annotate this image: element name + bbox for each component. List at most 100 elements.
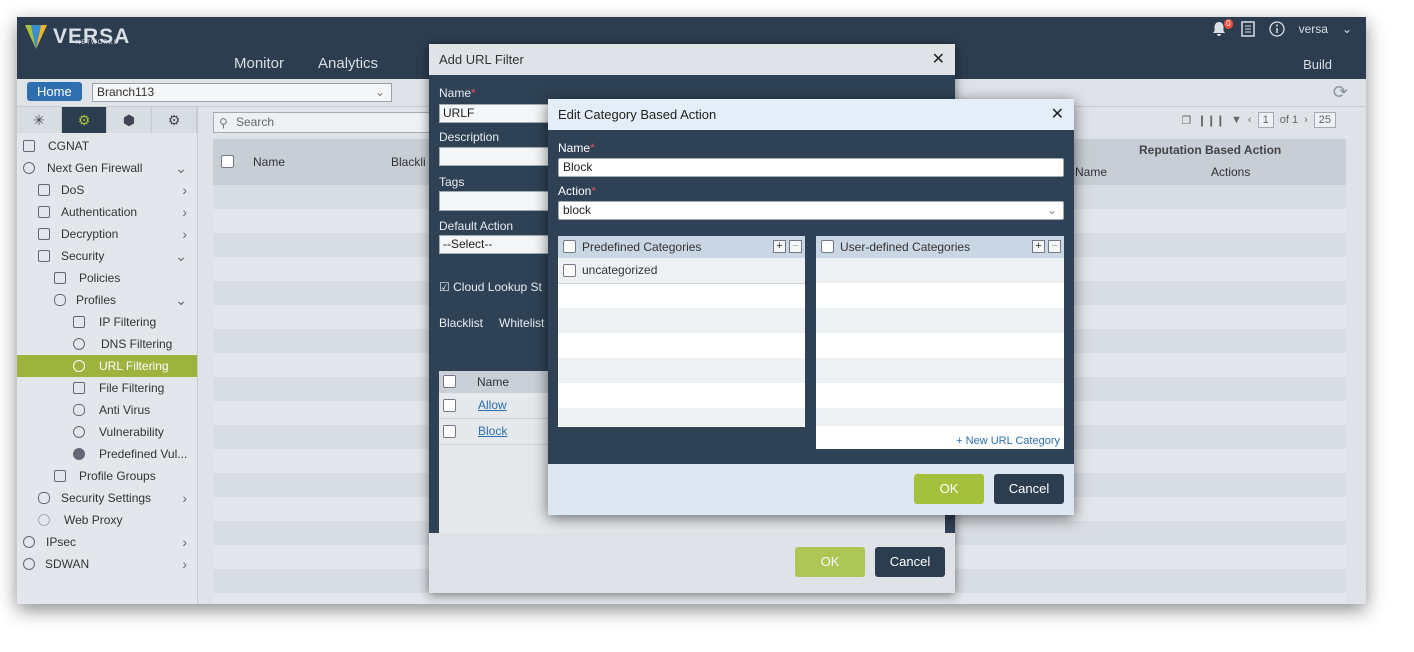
sidebar-item-ipsec[interactable]: IPsec › — [17, 531, 197, 553]
cloud-lookup-option[interactable]: ☑ Cloud Lookup St — [439, 280, 542, 294]
sidebar-item-vulnerability[interactable]: Vulnerability — [17, 421, 197, 443]
empty-row — [558, 408, 805, 426]
required-marker: * — [471, 86, 476, 100]
default-action-select[interactable]: --Select-- — [439, 235, 549, 254]
sidebar-item-label: Policies — [79, 271, 121, 285]
sidebar-item-label: URL Filtering — [99, 359, 169, 373]
refresh-icon[interactable]: ⟳ — [1333, 82, 1348, 103]
sidebar-item-profile-groups[interactable]: Profile Groups — [17, 465, 197, 487]
remove-icon[interactable]: − — [1048, 240, 1061, 253]
search-icon: ⚲ — [219, 116, 228, 130]
filter-icon[interactable]: ▼ — [1231, 114, 1242, 126]
columns-icon[interactable]: ❙❙❙ — [1197, 114, 1225, 127]
sidebar-item-file-filtering[interactable]: File Filtering — [17, 377, 197, 399]
name-field-value: Block — [563, 160, 593, 174]
checkbox-checked-icon[interactable]: ☑ — [439, 280, 450, 294]
sidetab-services[interactable]: ✳ — [17, 107, 62, 133]
row-link-block[interactable]: Block — [478, 424, 507, 438]
page-of: of 1 — [1279, 114, 1299, 126]
name-field[interactable]: Block — [558, 158, 1064, 177]
next-page-icon[interactable]: › — [1304, 114, 1308, 126]
nav-analytics[interactable]: Analytics — [318, 55, 378, 72]
sidebar-item-ip-filtering[interactable]: IP Filtering — [17, 311, 197, 333]
row-checkbox[interactable] — [443, 399, 456, 412]
nav-monitor[interactable]: Monitor — [234, 55, 284, 72]
sidebar-item-dos[interactable]: DoS › — [17, 179, 197, 201]
select-all-checkbox[interactable] — [221, 155, 234, 168]
prev-page-icon[interactable]: ‹ — [1248, 114, 1252, 126]
sidebar-item-security-settings[interactable]: Security Settings › — [17, 487, 197, 509]
chevron-down-icon: ⌄ — [1046, 203, 1057, 217]
sidebar-item-profiles[interactable]: Profiles ⌄ — [17, 289, 197, 311]
sidebar-item-security[interactable]: Security ⌄ — [17, 245, 197, 267]
empty-row — [816, 258, 1064, 283]
user-menu[interactable]: versa — [1299, 22, 1328, 36]
shield-icon — [54, 294, 66, 306]
action-select-value: block — [563, 203, 592, 217]
pagination: ❐ ❙❙❙ ▼ ‹ 1 of 1 › 25 — [1182, 112, 1336, 128]
per-page-select[interactable]: 25 — [1313, 112, 1336, 128]
sidebar-item-label: Profile Groups — [79, 469, 156, 483]
security-settings-icon — [38, 492, 50, 504]
predefined-categories-panel: Predefined Categories + − uncategorized — [558, 236, 805, 427]
select-all-checkbox[interactable] — [563, 240, 576, 253]
home-button[interactable]: Home — [27, 82, 82, 101]
sidetab-others[interactable]: ⚙ — [152, 107, 197, 133]
required-marker: * — [591, 184, 597, 198]
unlock-icon — [38, 228, 50, 240]
document-icon[interactable] — [1240, 21, 1255, 37]
cancel-button[interactable]: Cancel — [875, 547, 945, 577]
new-url-category-link[interactable]: + New URL Category — [956, 435, 1060, 447]
ok-button[interactable]: OK — [914, 474, 984, 504]
sidebar-item-authentication[interactable]: Authentication › — [17, 201, 197, 223]
sidebar-item-policies[interactable]: Policies — [17, 267, 197, 289]
sidebar-item-dns-filtering[interactable]: DNS Filtering — [17, 333, 197, 355]
sidebar-item-anti-virus[interactable]: Anti Virus — [17, 399, 197, 421]
sidebar-item-label: CGNAT — [48, 139, 90, 153]
sidebar-item-predefined-vul[interactable]: Predefined Vul... — [17, 443, 197, 465]
description-field[interactable] — [439, 147, 549, 166]
col-reputation: Reputation Based Action — [1139, 143, 1282, 157]
sidetab-config[interactable]: ⚙ — [62, 107, 107, 133]
sidetab-objects[interactable]: ⬢ — [107, 107, 152, 133]
branch-select[interactable]: Branch113 ⌄ — [92, 83, 392, 102]
row-link-allow[interactable]: Allow — [478, 398, 507, 412]
tab-whitelist[interactable]: Whitelist — [499, 316, 544, 330]
cancel-button[interactable]: Cancel — [994, 474, 1064, 504]
action-select[interactable]: block ⌄ — [558, 201, 1064, 220]
sidebar-item-url-filtering[interactable]: URL Filtering — [17, 355, 197, 377]
tab-blacklist[interactable]: Blacklist — [439, 316, 483, 330]
sidebar-item-sdwan[interactable]: SDWAN › — [17, 553, 197, 575]
sidebar-item-cgnat[interactable]: CGNAT — [17, 135, 197, 157]
select-all-checkbox[interactable] — [443, 375, 456, 388]
row-checkbox[interactable] — [563, 264, 576, 277]
info-icon[interactable] — [1268, 21, 1285, 37]
select-all-checkbox[interactable] — [821, 240, 834, 253]
close-icon[interactable]: ✕ — [932, 44, 945, 75]
sidebar-item-decryption[interactable]: Decryption › — [17, 223, 197, 245]
sidebar-item-label: Anti Virus — [99, 403, 151, 417]
tags-field[interactable] — [439, 191, 549, 211]
col-rep-name: Name — [1075, 165, 1108, 179]
sidebar-item-label: Decryption — [61, 227, 119, 241]
page-input[interactable]: 1 — [1257, 112, 1274, 128]
copy-icon[interactable]: ❐ — [1182, 114, 1192, 127]
sidebar-item-web-proxy[interactable]: Web Proxy — [17, 509, 197, 531]
sidebar-item-ngfw[interactable]: Next Gen Firewall ⌄ — [17, 157, 197, 179]
add-icon[interactable]: + — [773, 240, 786, 253]
empty-row — [816, 383, 1064, 408]
list-item[interactable]: uncategorized — [558, 258, 805, 283]
globe-icon — [73, 360, 85, 372]
row-checkbox[interactable] — [443, 425, 456, 438]
chevron-right-icon: › — [182, 490, 187, 506]
close-icon[interactable]: ✕ — [1051, 99, 1064, 130]
add-icon[interactable]: + — [1032, 240, 1045, 253]
sidebar-item-label: Authentication — [61, 205, 138, 219]
chevron-down-icon[interactable]: ⌄ — [1342, 22, 1352, 36]
name-field[interactable]: URLF — [439, 104, 549, 123]
nav-build[interactable]: Build — [1303, 57, 1332, 72]
ok-button[interactable]: OK — [795, 547, 865, 577]
remove-icon[interactable]: − — [789, 240, 802, 253]
bell-icon[interactable]: 0 — [1211, 19, 1233, 37]
chevron-down-icon: ⌄ — [175, 248, 187, 264]
